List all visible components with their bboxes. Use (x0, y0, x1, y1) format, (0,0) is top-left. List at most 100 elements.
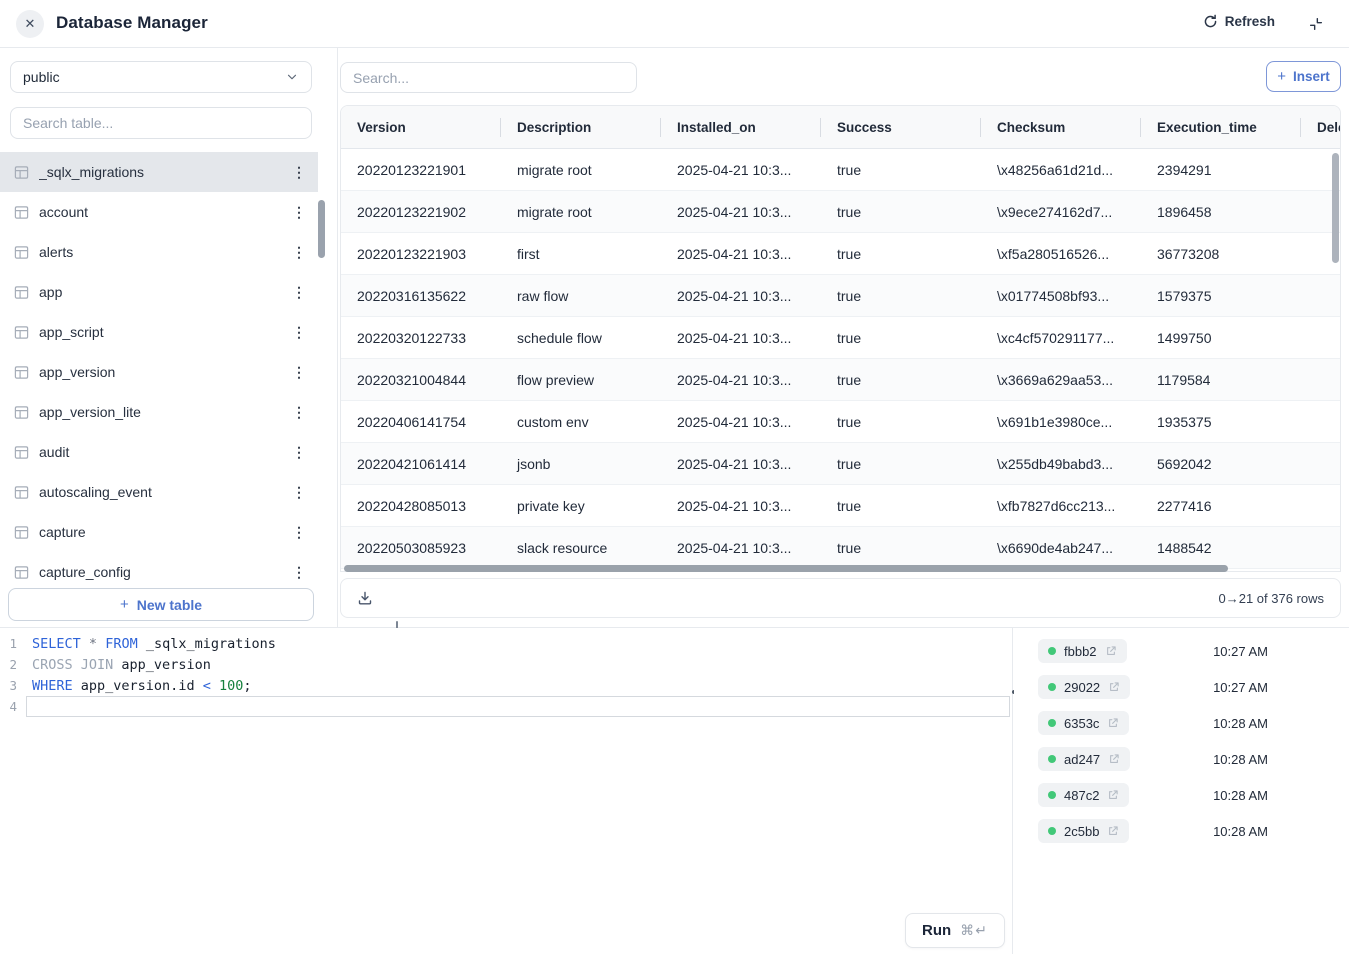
grid-cell[interactable]: \xc4cf570291177... (981, 317, 1141, 358)
grid-cell[interactable]: \xf5a280516526... (981, 233, 1141, 274)
grid-cell[interactable]: 1935375 (1141, 401, 1301, 442)
table-row[interactable]: 20220321004844flow preview2025-04-21 10:… (341, 359, 1340, 401)
grid-cell[interactable]: 36773208 (1141, 233, 1301, 274)
external-link-icon[interactable] (1107, 825, 1119, 837)
kebab-menu-icon[interactable]: ⋮ (290, 325, 308, 339)
sidebar-item-capture_config[interactable]: capture_config⋮ (0, 552, 318, 588)
grid-cell[interactable] (1301, 359, 1341, 400)
kebab-menu-icon[interactable]: ⋮ (290, 285, 308, 299)
code-line[interactable]: 3WHERE app_version.id < 100; (0, 675, 1012, 696)
grid-cell[interactable] (1301, 275, 1341, 316)
grid-cell[interactable]: 20220123221901 (341, 149, 501, 190)
code-line[interactable]: 1SELECT * FROM _sqlx_migrations (0, 633, 1012, 654)
download-button[interactable] (355, 588, 375, 608)
grid-cell[interactable]: 5692042 (1141, 443, 1301, 484)
sidebar-item-_sqlx_migrations[interactable]: _sqlx_migrations⋮ (0, 152, 318, 192)
kebab-menu-icon[interactable]: ⋮ (290, 485, 308, 499)
grid-cell[interactable]: 2025-04-21 10:3... (661, 191, 821, 232)
code-text[interactable]: WHERE app_version.id < 100; (26, 675, 1010, 696)
close-button[interactable]: ✕ (16, 10, 44, 38)
schema-select[interactable]: public (10, 61, 312, 93)
grid-cell[interactable]: 20220406141754 (341, 401, 501, 442)
history-query-pill[interactable]: fbbb2 (1038, 639, 1127, 663)
grid-cell[interactable]: 1179584 (1141, 359, 1301, 400)
history-query-pill[interactable]: 487c2 (1038, 783, 1129, 807)
external-link-icon[interactable] (1107, 789, 1119, 801)
grid-cell[interactable]: \x3669a629aa53... (981, 359, 1141, 400)
external-link-icon[interactable] (1108, 681, 1120, 693)
column-header-description[interactable]: Description (501, 106, 661, 148)
sidebar-item-capture[interactable]: capture⋮ (0, 512, 318, 552)
table-search-input[interactable] (10, 107, 312, 139)
code-line[interactable]: 2CROSS JOIN app_version (0, 654, 1012, 675)
grid-cell[interactable]: 2025-04-21 10:3... (661, 527, 821, 568)
code-editor[interactable]: 1SELECT * FROM _sqlx_migrations2CROSS JO… (0, 628, 1012, 717)
collapse-window-button[interactable] (1307, 15, 1325, 33)
grid-cell[interactable]: 1579375 (1141, 275, 1301, 316)
grid-cell[interactable] (1301, 317, 1341, 358)
grid-cell[interactable]: \xfb7827d6cc213... (981, 485, 1141, 526)
sidebar-item-app_version_lite[interactable]: app_version_lite⋮ (0, 392, 318, 432)
kebab-menu-icon[interactable]: ⋮ (290, 365, 308, 379)
sidebar-scrollbar[interactable] (318, 200, 325, 258)
sidebar-item-app_version[interactable]: app_version⋮ (0, 352, 318, 392)
grid-cell[interactable]: 2025-04-21 10:3... (661, 317, 821, 358)
grid-cell[interactable] (1301, 401, 1341, 442)
history-query-pill[interactable]: 29022 (1038, 675, 1130, 699)
grid-cell[interactable]: custom env (501, 401, 661, 442)
grid-cell[interactable]: true (821, 443, 981, 484)
history-query-pill[interactable]: 2c5bb (1038, 819, 1129, 843)
history-query-pill[interactable]: 6353c (1038, 711, 1129, 735)
grid-cell[interactable]: 20220316135622 (341, 275, 501, 316)
grid-vertical-scrollbar[interactable] (1332, 153, 1339, 263)
kebab-menu-icon[interactable]: ⋮ (290, 405, 308, 419)
grid-cell[interactable]: true (821, 527, 981, 568)
grid-cell[interactable]: 20220123221902 (341, 191, 501, 232)
kebab-menu-icon[interactable]: ⋮ (290, 445, 308, 459)
table-row[interactable]: 20220123221903first2025-04-21 10:3...tru… (341, 233, 1340, 275)
external-link-icon[interactable] (1108, 753, 1120, 765)
refresh-button[interactable]: Refresh (1203, 14, 1275, 29)
grid-cell[interactable]: 2025-04-21 10:3... (661, 443, 821, 484)
table-row[interactable]: 20220421061414jsonb2025-04-21 10:3...tru… (341, 443, 1340, 485)
grid-cell[interactable]: \x6690de4ab247... (981, 527, 1141, 568)
grid-horizontal-scrollbar[interactable] (344, 565, 1228, 572)
code-text[interactable] (26, 696, 1010, 717)
grid-cell[interactable]: \x691b1e3980ce... (981, 401, 1141, 442)
grid-cell[interactable]: true (821, 485, 981, 526)
column-header-installed_on[interactable]: Installed_on (661, 106, 821, 148)
grid-cell[interactable]: jsonb (501, 443, 661, 484)
grid-cell[interactable]: 20220320122733 (341, 317, 501, 358)
grid-cell[interactable]: \x9ece274162d7... (981, 191, 1141, 232)
table-row[interactable]: 20220320122733schedule flow2025-04-21 10… (341, 317, 1340, 359)
new-table-button[interactable]: + New table (8, 588, 314, 621)
grid-cell[interactable] (1301, 527, 1341, 568)
grid-cell[interactable]: true (821, 191, 981, 232)
grid-cell[interactable]: 2025-04-21 10:3... (661, 485, 821, 526)
grid-cell[interactable]: \x48256a61d21d... (981, 149, 1141, 190)
grid-cell[interactable]: slack resource (501, 527, 661, 568)
grid-cell[interactable]: 20220503085923 (341, 527, 501, 568)
grid-cell[interactable]: true (821, 275, 981, 316)
grid-cell[interactable]: true (821, 233, 981, 274)
grid-cell[interactable]: migrate root (501, 149, 661, 190)
table-row[interactable]: 20220123221902migrate root2025-04-21 10:… (341, 191, 1340, 233)
table-row[interactable]: 20220123221901migrate root2025-04-21 10:… (341, 149, 1340, 191)
sidebar-item-autoscaling_event[interactable]: autoscaling_event⋮ (0, 472, 318, 512)
kebab-menu-icon[interactable]: ⋮ (290, 165, 308, 179)
kebab-menu-icon[interactable]: ⋮ (290, 565, 308, 579)
grid-cell[interactable]: schedule flow (501, 317, 661, 358)
code-text[interactable]: CROSS JOIN app_version (26, 654, 1010, 675)
grid-cell[interactable] (1301, 485, 1341, 526)
column-header-execution_time[interactable]: Execution_time (1141, 106, 1301, 148)
grid-cell[interactable]: 20220421061414 (341, 443, 501, 484)
kebab-menu-icon[interactable]: ⋮ (290, 525, 308, 539)
sidebar-item-account[interactable]: account⋮ (0, 192, 318, 232)
run-query-button[interactable]: Run ⌘↵ (905, 913, 1005, 948)
code-text[interactable]: SELECT * FROM _sqlx_migrations (26, 633, 1010, 654)
grid-cell[interactable]: 2025-04-21 10:3... (661, 401, 821, 442)
kebab-menu-icon[interactable]: ⋮ (290, 245, 308, 259)
table-row[interactable]: 20220428085013private key2025-04-21 10:3… (341, 485, 1340, 527)
grid-cell[interactable]: 20220428085013 (341, 485, 501, 526)
column-header-dele[interactable]: Dele (1301, 106, 1341, 148)
